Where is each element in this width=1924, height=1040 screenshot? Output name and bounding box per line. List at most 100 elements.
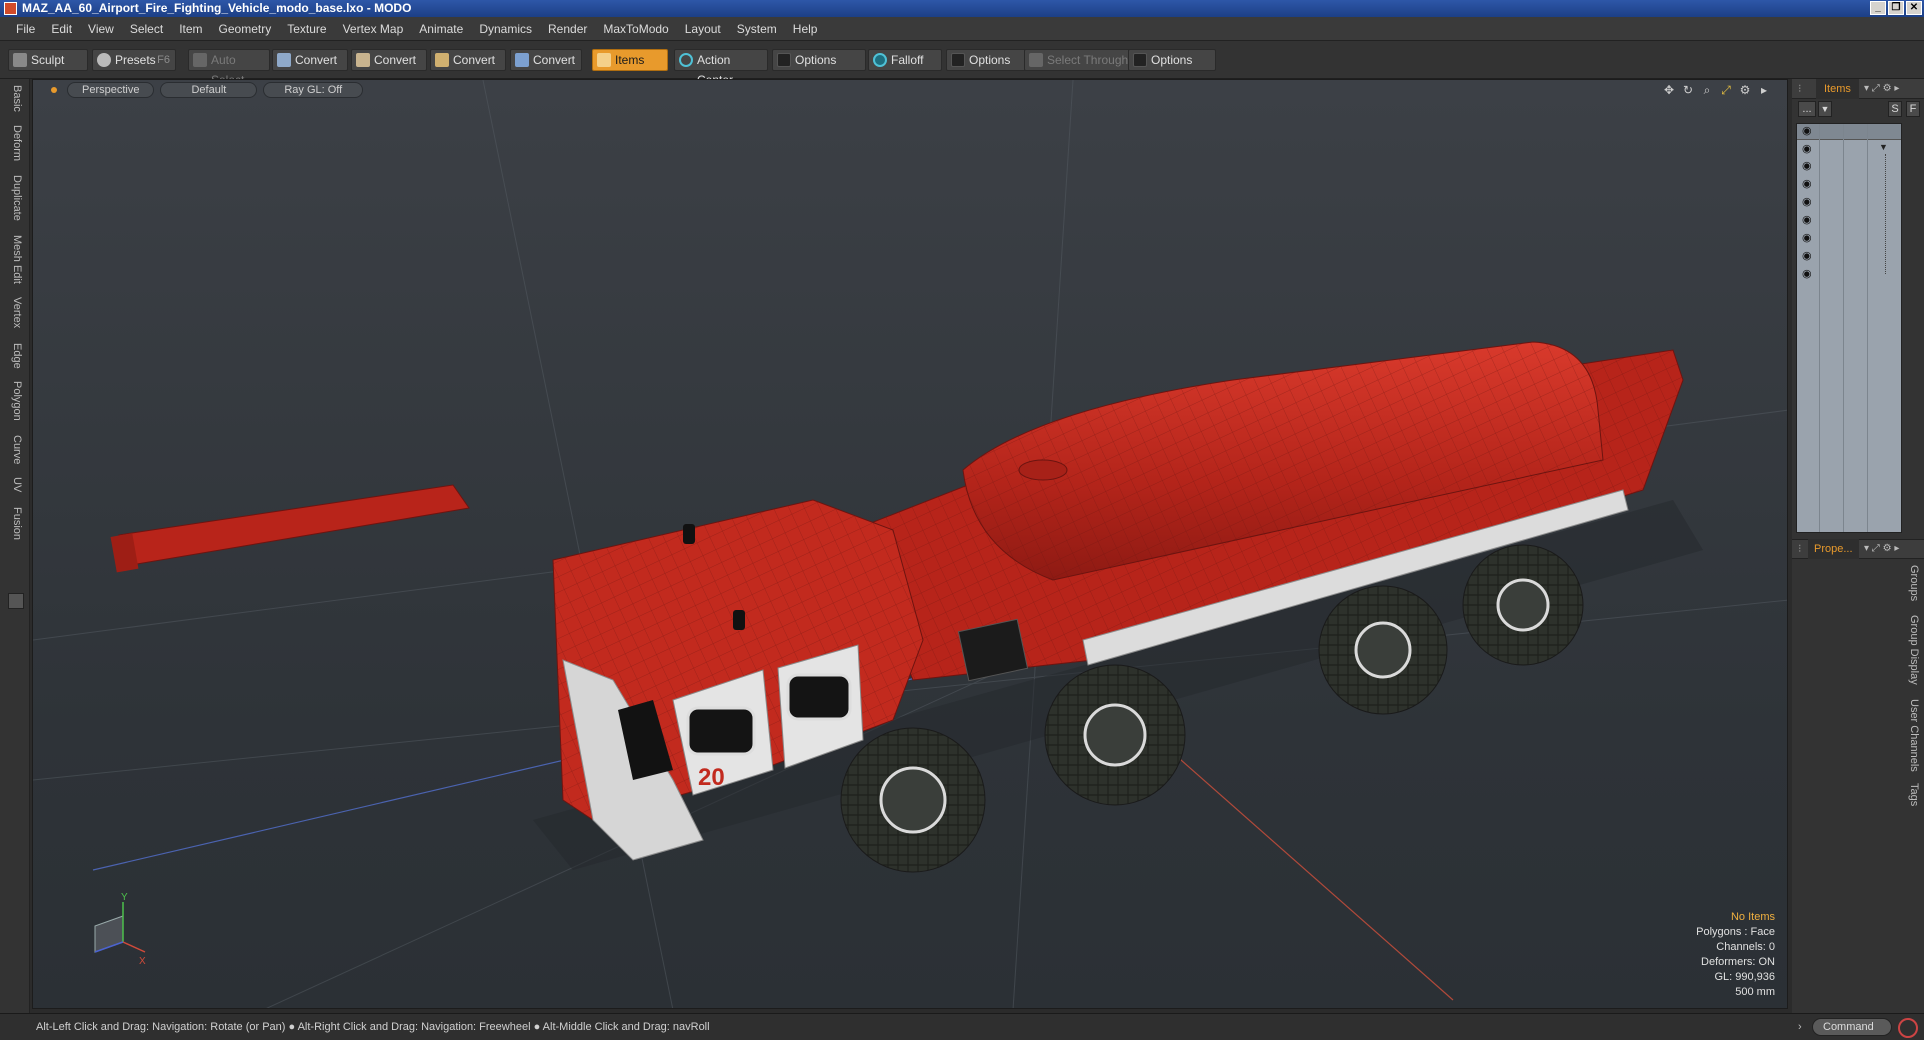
tab-group-display[interactable]: Group Display — [1904, 615, 1920, 685]
items-label: Items — [615, 53, 645, 67]
falloff-options-button[interactable]: Options — [946, 49, 1028, 71]
expand-arrow-icon[interactable]: ▸ — [1757, 83, 1771, 97]
falloff-button[interactable]: Falloff — [868, 49, 942, 71]
items-menu-button[interactable]: ... — [1798, 101, 1816, 117]
convert-label: Convert — [374, 53, 417, 67]
fit-icon[interactable]: ⤢ — [1719, 83, 1733, 97]
command-expand-icon[interactable]: › — [1798, 1014, 1802, 1040]
scene-canvas[interactable]: 20 Y X — [33, 80, 1788, 1009]
items-dropdown-icon[interactable]: ▼ — [1818, 101, 1832, 117]
items-f-button[interactable]: F — [1906, 101, 1920, 117]
presets-button[interactable]: Presets F6 — [92, 49, 176, 71]
menu-dynamics[interactable]: Dynamics — [471, 22, 540, 36]
auto-select-button[interactable]: Auto Select — [188, 49, 270, 87]
tab-duplicate[interactable]: Duplicate — [7, 175, 23, 221]
viewport-nav-icons: ✥ ↻ ⌕ ⤢ ⚙ ▸ — [1662, 83, 1771, 97]
tab-curve[interactable]: Curve — [7, 435, 23, 464]
menu-file[interactable]: File — [8, 22, 43, 36]
sculpt-button[interactable]: Sculpt — [8, 49, 88, 71]
menu-render[interactable]: Render — [540, 22, 595, 36]
window-controls: _ ❐ ✕ — [1870, 1, 1922, 15]
tab-deform[interactable]: Deform — [7, 125, 23, 161]
restore-button[interactable]: ❐ — [1888, 1, 1904, 15]
convert-label: Convert — [453, 53, 496, 67]
tab-vertex[interactable]: Vertex — [7, 297, 23, 328]
menu-system[interactable]: System — [729, 22, 785, 36]
convert-vertices-button[interactable]: Convert — [272, 49, 348, 71]
menu-maxtomodo[interactable]: MaxToModo — [595, 22, 676, 36]
visibility-eye-icon[interactable]: ◉ — [1802, 251, 1814, 262]
tab-tags[interactable]: Tags — [1904, 783, 1920, 806]
items-tab-menu-icon[interactable]: ▾ ⤢ ⚙ ▸ — [1864, 79, 1899, 99]
modo-window: MAZ_AA_60_Airport_Fire_Fighting_Vehicle_… — [0, 0, 1924, 1040]
channels-info: Channels: 0 — [1716, 941, 1775, 953]
presets-shortcut: F6 — [157, 54, 170, 66]
record-macro-icon[interactable] — [1898, 1018, 1918, 1038]
menu-help[interactable]: Help — [785, 22, 826, 36]
menu-vertex-map[interactable]: Vertex Map — [335, 22, 412, 36]
tab-user-channels[interactable]: User Channels — [1904, 699, 1920, 772]
viewport-menu-dot-icon[interactable] — [51, 87, 57, 93]
tab-mesh-edit[interactable]: Mesh Edit — [7, 235, 23, 284]
zoom-icon[interactable]: ⌕ — [1700, 83, 1714, 97]
view-type-pill[interactable]: Perspective — [67, 82, 155, 98]
close-button[interactable]: ✕ — [1906, 1, 1922, 15]
action-center-button[interactable]: Action Center — [674, 49, 768, 87]
title-bar: MAZ_AA_60_Airport_Fire_Fighting_Vehicle_… — [0, 0, 1924, 17]
shading-style-pill[interactable]: Default — [160, 82, 258, 98]
tab-uv[interactable]: UV — [7, 477, 23, 492]
items-tab[interactable]: Items — [1816, 79, 1859, 99]
command-input[interactable]: Command — [1812, 1018, 1892, 1036]
visibility-eye-icon[interactable]: ◉ — [1802, 269, 1814, 280]
checkbox-icon — [951, 53, 965, 67]
toolbar: Sculpt PresetsF6 Auto Select Convert Con… — [0, 41, 1924, 87]
tab-fusion[interactable]: Fusion — [7, 507, 23, 540]
menu-item[interactable]: Item — [171, 22, 210, 36]
pan-icon[interactable]: ✥ — [1662, 83, 1676, 97]
convert-label: Convert — [295, 53, 338, 67]
gear-icon[interactable]: ⚙ — [1738, 83, 1752, 97]
properties-tab-menu-icon[interactable]: ▾ ⤢ ⚙ ▸ — [1864, 539, 1899, 559]
menu-animate[interactable]: Animate — [411, 22, 471, 36]
items-list[interactable]: ◉ ◉ ◉ ◉ ◉ ◉ ◉ ◉ ◉ ▼ — [1796, 123, 1902, 533]
visibility-eye-icon[interactable]: ◉ — [1802, 233, 1814, 244]
options-label: Options — [795, 53, 837, 67]
menu-edit[interactable]: Edit — [43, 22, 80, 36]
convert-materials-button[interactable]: Convert — [510, 49, 582, 71]
items-col-divider — [1867, 124, 1868, 532]
visibility-eye-icon[interactable]: ◉ — [1802, 144, 1814, 155]
items-s-button[interactable]: S — [1888, 101, 1902, 117]
deformers-info: Deformers: ON — [1701, 956, 1775, 968]
visibility-eye-icon[interactable]: ◉ — [1802, 179, 1814, 190]
items-mode-button[interactable]: Items — [592, 49, 668, 71]
tab-polygon[interactable]: Polygon — [7, 381, 23, 421]
axis-x-label: X — [139, 956, 146, 967]
convert-edges-button[interactable]: Convert — [351, 49, 427, 71]
convert-polygons-button[interactable]: Convert — [430, 49, 506, 71]
tabs-expand-icon[interactable] — [8, 593, 24, 609]
minimize-button[interactable]: _ — [1870, 1, 1886, 15]
tab-groups[interactable]: Groups — [1904, 565, 1920, 601]
panel-grip-icon: ⁝ — [1798, 83, 1802, 95]
raygl-pill[interactable]: Ray GL: Off — [263, 82, 364, 98]
action-center-icon — [679, 53, 693, 67]
select-through-button[interactable]: Select Through — [1024, 49, 1130, 71]
action-center-options-button[interactable]: Options — [772, 49, 866, 71]
menu-view[interactable]: View — [80, 22, 122, 36]
tab-edge[interactable]: Edge — [7, 343, 23, 369]
menu-texture[interactable]: Texture — [279, 22, 334, 36]
menu-geometry[interactable]: Geometry — [211, 22, 280, 36]
properties-tab[interactable]: Prope... — [1808, 539, 1859, 559]
select-through-options-button[interactable]: Options — [1128, 49, 1216, 71]
tab-basic[interactable]: Basic — [7, 85, 23, 112]
tree-expand-icon[interactable]: ▼ — [1879, 142, 1888, 152]
visibility-eye-icon[interactable]: ◉ — [1802, 161, 1814, 172]
3d-viewport[interactable]: 20 Y X Perspective Default Ray GL: Off ✥… — [32, 79, 1788, 1009]
menu-layout[interactable]: Layout — [677, 22, 729, 36]
rotate-icon[interactable]: ↻ — [1681, 83, 1695, 97]
visibility-eye-icon[interactable]: ◉ — [1802, 197, 1814, 208]
falloff-label: Falloff — [891, 53, 924, 67]
fire-truck-model[interactable]: 20 — [110, 341, 1703, 873]
menu-select[interactable]: Select — [122, 22, 171, 36]
visibility-eye-icon[interactable]: ◉ — [1802, 215, 1814, 226]
